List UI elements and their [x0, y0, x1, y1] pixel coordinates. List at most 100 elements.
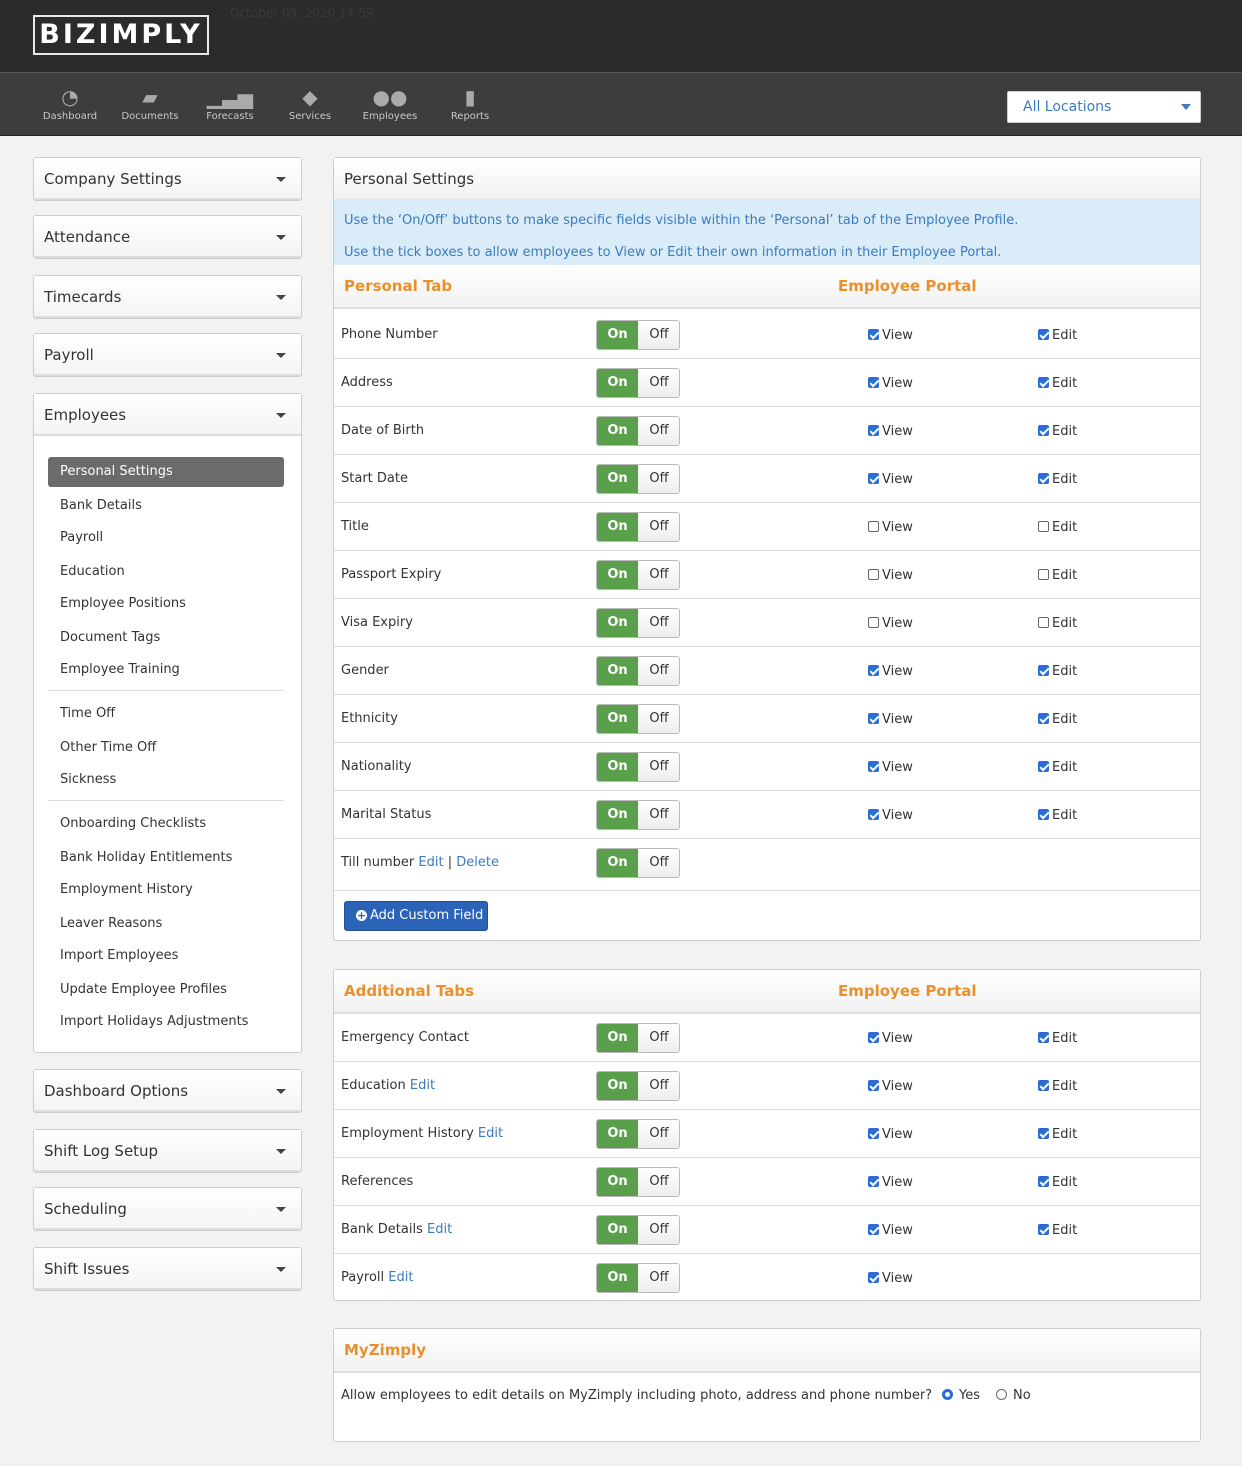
nav-services[interactable]: ◆ Services	[270, 85, 350, 122]
on-button[interactable]: On	[597, 657, 638, 685]
on-off-toggle[interactable]: On Off	[596, 1263, 680, 1293]
view-checkbox[interactable]: View	[868, 520, 913, 535]
checkbox-icon[interactable]	[868, 665, 879, 676]
checkbox-icon[interactable]	[868, 1032, 879, 1043]
sidebar-section-header[interactable]: Payroll	[34, 334, 301, 376]
on-button[interactable]: On	[597, 705, 638, 733]
checkbox-icon[interactable]	[1038, 809, 1049, 820]
checkbox-icon[interactable]	[868, 521, 879, 532]
sidebar-section-header[interactable]: Shift Log Setup	[34, 1130, 301, 1172]
sidebar-section-header[interactable]: Timecards	[34, 276, 301, 318]
edit-checkbox[interactable]: Edit	[1038, 328, 1077, 343]
on-button[interactable]: On	[597, 1024, 638, 1052]
checkbox-icon[interactable]	[1038, 329, 1049, 340]
edit-checkbox[interactable]: Edit	[1038, 616, 1077, 631]
off-button[interactable]: Off	[638, 849, 679, 877]
on-off-toggle[interactable]: On Off	[596, 656, 680, 686]
checkbox-icon[interactable]	[1038, 1128, 1049, 1139]
sidebar-section-header[interactable]: Scheduling	[34, 1188, 301, 1230]
sidebar-section-header[interactable]: Dashboard Options	[34, 1070, 301, 1112]
on-button[interactable]: On	[597, 1072, 638, 1100]
off-button[interactable]: Off	[638, 369, 679, 397]
checkbox-icon[interactable]	[868, 617, 879, 628]
checkbox-icon[interactable]	[1038, 521, 1049, 532]
myzimply-no-option[interactable]: No	[996, 1388, 1031, 1403]
edit-checkbox[interactable]: Edit	[1038, 1223, 1077, 1238]
on-button[interactable]: On	[597, 369, 638, 397]
on-off-toggle[interactable]: On Off	[596, 1023, 680, 1053]
sidebar-item-leaver-reasons[interactable]: Leaver Reasons	[48, 909, 284, 939]
edit-checkbox[interactable]: Edit	[1038, 808, 1077, 823]
edit-checkbox[interactable]: Edit	[1038, 1175, 1077, 1190]
checkbox-icon[interactable]	[868, 329, 879, 340]
add-custom-field-button[interactable]: + Add Custom Field	[344, 901, 488, 931]
on-button[interactable]: On	[597, 1168, 638, 1196]
checkbox-icon[interactable]	[868, 1128, 879, 1139]
edit-checkbox[interactable]: Edit	[1038, 664, 1077, 679]
view-checkbox[interactable]: View	[868, 1223, 913, 1238]
sidebar-section-header[interactable]: Attendance	[34, 216, 301, 258]
sidebar-item-payroll[interactable]: Payroll	[48, 523, 284, 553]
view-checkbox[interactable]: View	[868, 1079, 913, 1094]
on-off-toggle[interactable]: On Off	[596, 752, 680, 782]
view-checkbox[interactable]: View	[868, 376, 913, 391]
on-off-toggle[interactable]: On Off	[596, 1071, 680, 1101]
edit-checkbox[interactable]: Edit	[1038, 424, 1077, 439]
checkbox-icon[interactable]	[868, 809, 879, 820]
yes-radio[interactable]	[942, 1389, 953, 1400]
on-off-toggle[interactable]: On Off	[596, 848, 680, 878]
off-button[interactable]: Off	[638, 1120, 679, 1148]
sidebar-item-employment-history[interactable]: Employment History	[48, 875, 284, 905]
on-off-toggle[interactable]: On Off	[596, 1119, 680, 1149]
on-button[interactable]: On	[597, 1264, 638, 1292]
edit-link[interactable]: Edit	[388, 1270, 413, 1285]
sidebar-item-personal-settings[interactable]: Personal Settings	[48, 457, 284, 487]
on-button[interactable]: On	[597, 1120, 638, 1148]
checkbox-icon[interactable]	[868, 1176, 879, 1187]
on-button[interactable]: On	[597, 417, 638, 445]
off-button[interactable]: Off	[638, 561, 679, 589]
view-checkbox[interactable]: View	[868, 616, 913, 631]
on-button[interactable]: On	[597, 753, 638, 781]
on-button[interactable]: On	[597, 321, 638, 349]
edit-checkbox[interactable]: Edit	[1038, 1079, 1077, 1094]
checkbox-icon[interactable]	[868, 1080, 879, 1091]
on-off-toggle[interactable]: On Off	[596, 416, 680, 446]
edit-checkbox[interactable]: Edit	[1038, 376, 1077, 391]
view-checkbox[interactable]: View	[868, 424, 913, 439]
checkbox-icon[interactable]	[1038, 713, 1049, 724]
on-button[interactable]: On	[597, 609, 638, 637]
no-radio[interactable]	[996, 1389, 1007, 1400]
view-checkbox[interactable]: View	[868, 712, 913, 727]
sidebar-item-bank-details[interactable]: Bank Details	[48, 491, 284, 521]
view-checkbox[interactable]: View	[868, 1031, 913, 1046]
sidebar-section-header[interactable]: Shift Issues	[34, 1248, 301, 1290]
on-off-toggle[interactable]: On Off	[596, 368, 680, 398]
view-checkbox[interactable]: View	[868, 808, 913, 823]
checkbox-icon[interactable]	[1038, 761, 1049, 772]
on-off-toggle[interactable]: On Off	[596, 512, 680, 542]
checkbox-icon[interactable]	[1038, 1176, 1049, 1187]
nav-employees[interactable]: ●● Employees	[350, 85, 430, 122]
nav-dashboard[interactable]: ◔ Dashboard	[30, 85, 110, 122]
on-button[interactable]: On	[597, 465, 638, 493]
off-button[interactable]: Off	[638, 1024, 679, 1052]
view-checkbox[interactable]: View	[868, 472, 913, 487]
edit-link[interactable]: Edit	[427, 1222, 452, 1237]
sidebar-item-bank-holiday-entitlements[interactable]: Bank Holiday Entitlements	[48, 843, 284, 873]
delete-link[interactable]: Delete	[456, 855, 499, 870]
edit-checkbox[interactable]: Edit	[1038, 520, 1077, 535]
sidebar-item-import-employees[interactable]: Import Employees	[48, 941, 284, 971]
view-checkbox[interactable]: View	[868, 1271, 913, 1286]
on-button[interactable]: On	[597, 1216, 638, 1244]
edit-link[interactable]: Edit	[410, 1078, 435, 1093]
on-off-toggle[interactable]: On Off	[596, 800, 680, 830]
off-button[interactable]: Off	[638, 1168, 679, 1196]
location-select[interactable]: All Locations	[1007, 91, 1201, 123]
nav-documents[interactable]: ▰ Documents	[110, 85, 190, 122]
view-checkbox[interactable]: View	[868, 664, 913, 679]
sidebar-item-onboarding-checklists[interactable]: Onboarding Checklists	[48, 809, 284, 839]
sidebar-item-time-off[interactable]: Time Off	[48, 699, 284, 729]
view-checkbox[interactable]: View	[868, 1175, 913, 1190]
on-button[interactable]: On	[597, 801, 638, 829]
